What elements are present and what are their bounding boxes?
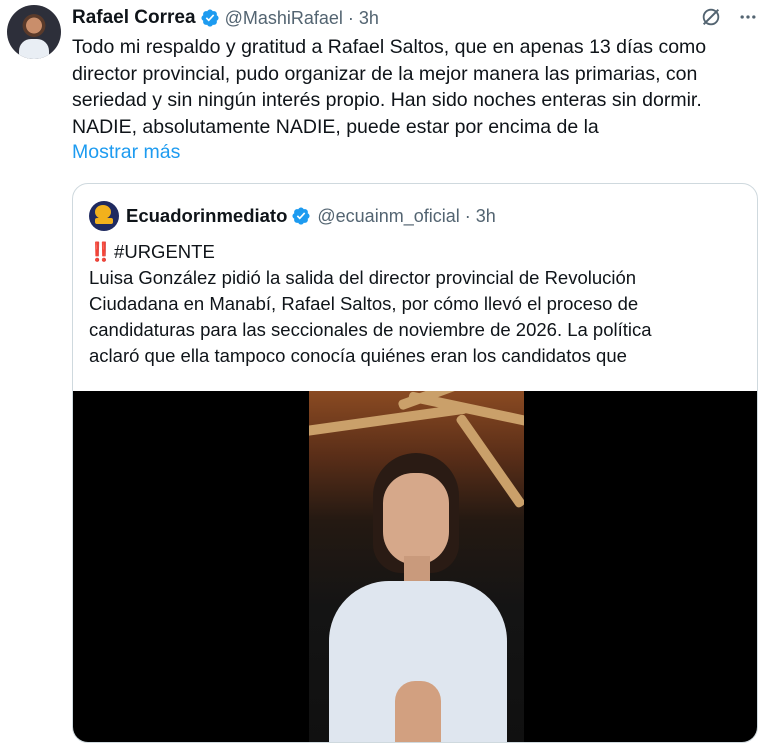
grok-icon[interactable] (700, 6, 722, 28)
verified-badge-icon (201, 9, 219, 27)
tweet-time[interactable]: 3h (359, 8, 379, 29)
tweet-header: Rafael Correa @MashiRafael · 3h (72, 6, 379, 30)
quote-text-line: aclaró que ella tampoco conocía quiénes … (89, 345, 627, 366)
quote-header: Ecuadorinmediato @ecuainm_oficial · 3h (89, 201, 496, 231)
more-icon[interactable] (738, 7, 758, 27)
quote-avatar[interactable] (89, 201, 119, 231)
quote-hashtag-line: ‼️ #URGENTE (89, 239, 739, 265)
author-name[interactable]: Rafael Correa (72, 7, 196, 29)
quote-text: ‼️ #URGENTE Luisa González pidió la salid… (89, 239, 739, 369)
quote-time[interactable]: 3h (476, 206, 496, 227)
verified-badge-icon (292, 207, 310, 225)
video-frame (309, 391, 524, 742)
tweet-actions (700, 6, 758, 28)
hashtag-urgente[interactable]: #URGENTE (114, 241, 215, 262)
video-player[interactable] (73, 391, 757, 742)
separator-dot: · (347, 7, 354, 28)
separator-dot: · (464, 205, 471, 226)
quote-text-line: candidaturas para las seccionales de nov… (89, 319, 652, 340)
quote-author-name[interactable]: Ecuadorinmediato (126, 205, 287, 227)
show-more-link[interactable]: Mostrar más (72, 141, 180, 164)
author-handle[interactable]: @MashiRafael (225, 8, 343, 29)
quoted-tweet[interactable]: Ecuadorinmediato @ecuainm_oficial · 3h ‼… (72, 183, 758, 743)
quote-text-line: Luisa González pidió la salida del direc… (89, 267, 637, 288)
double-exclamation-icon: ‼️ (89, 241, 112, 262)
quote-author-handle[interactable]: @ecuainm_oficial (317, 206, 459, 227)
quote-text-line: Ciudadana en Manabí, Rafael Saltos, por … (89, 293, 639, 314)
tweet-text: Todo mi respaldo y gratitud a Rafael Sal… (72, 36, 707, 138)
author-avatar[interactable] (7, 5, 61, 59)
